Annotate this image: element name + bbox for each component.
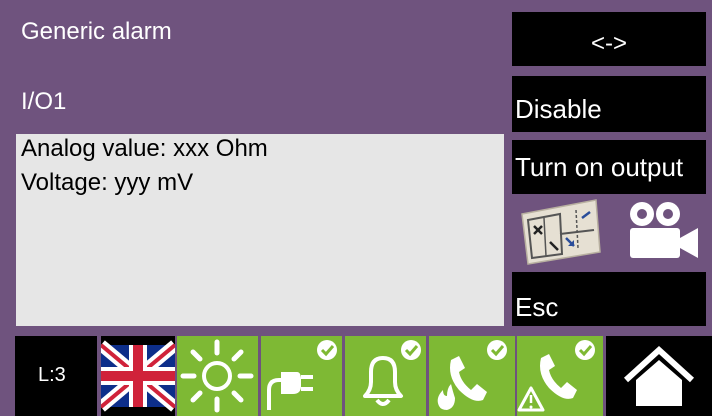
uk-flag-icon	[101, 340, 175, 412]
video-camera-icon	[630, 202, 698, 258]
alarm-title: Generic alarm	[21, 18, 172, 45]
fault-call-button[interactable]	[517, 336, 603, 416]
io-label: I/O1	[21, 88, 67, 115]
power-plug-check-icon	[267, 340, 337, 410]
fire-call-button[interactable]	[429, 336, 515, 416]
camera-button[interactable]	[618, 198, 702, 264]
phone-fire-check-icon	[437, 340, 507, 410]
language-button[interactable]	[101, 336, 175, 416]
day-mode-button[interactable]	[177, 336, 258, 416]
info-panel: Analog value: xxx Ohm Voltage: yyy mV	[16, 134, 504, 326]
alarm-status-button[interactable]	[345, 336, 426, 416]
level-indicator: L:3	[15, 336, 97, 416]
map-button[interactable]	[516, 198, 602, 266]
esc-button[interactable]: Esc	[512, 272, 706, 326]
sun-icon	[180, 339, 254, 413]
swap-button[interactable]: <->	[512, 12, 706, 66]
analog-value-text: Analog value: xxx Ohm	[21, 135, 268, 162]
power-status-button[interactable]	[261, 336, 342, 416]
floor-plan-map-icon	[521, 199, 601, 265]
alarm-screen: Generic alarm I/O1 Analog value: xxx Ohm…	[0, 0, 712, 416]
home-button[interactable]	[606, 336, 712, 416]
voltage-text: Voltage: yyy mV	[21, 169, 194, 196]
phone-warning-check-icon	[517, 340, 595, 412]
home-icon	[623, 345, 695, 406]
disable-button[interactable]: Disable	[512, 76, 706, 132]
turn-on-output-button[interactable]: Turn on output	[512, 140, 706, 194]
level-text: L:3	[38, 364, 66, 386]
bell-check-icon	[363, 340, 421, 406]
